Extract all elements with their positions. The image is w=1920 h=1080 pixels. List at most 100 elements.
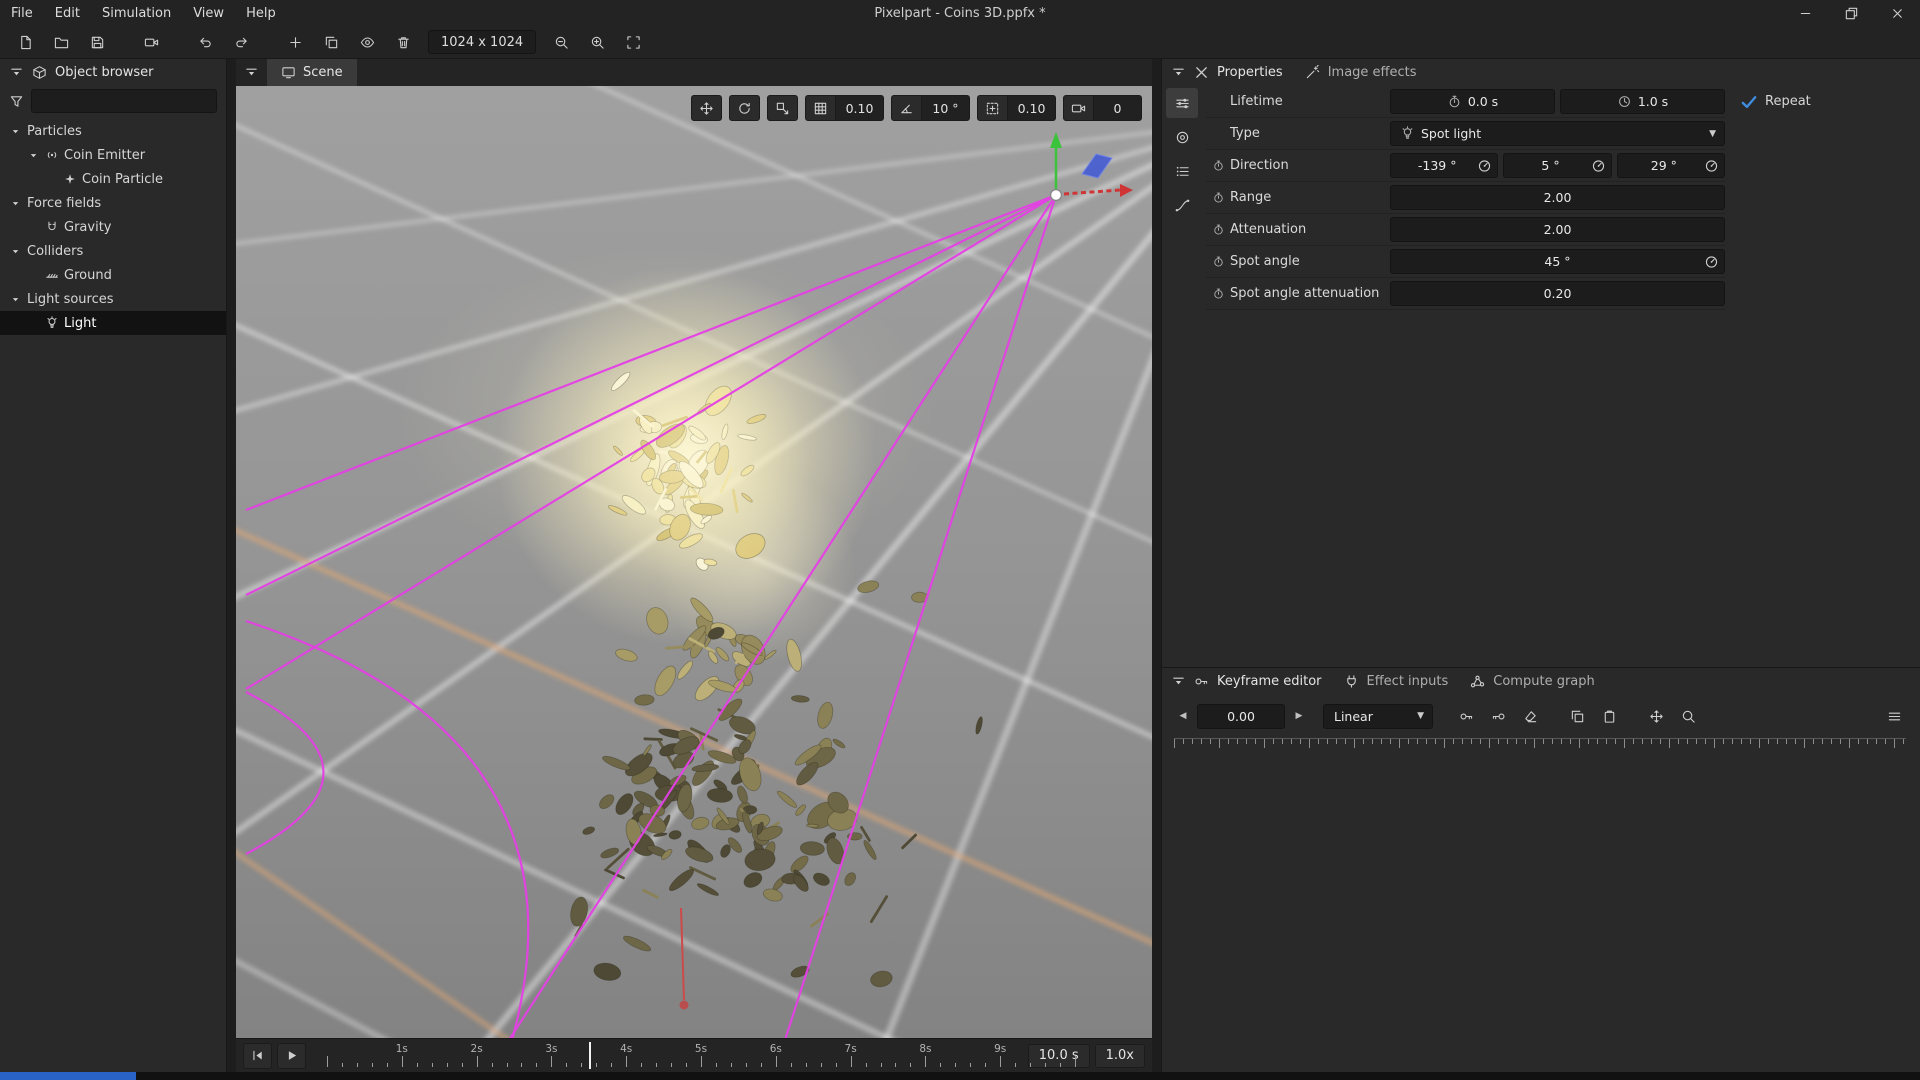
duration-field[interactable]: 10.0 s [1028,1044,1090,1068]
timeline-ruler[interactable]: 1s2s3s4s5s6s7s8s9s [321,1039,1013,1072]
keyframe-ruler[interactable] [1174,738,1906,760]
zoom-in-button[interactable] [580,29,614,56]
tree-item-ground[interactable]: Ground [0,263,226,287]
menu-edit[interactable]: Edit [44,0,91,26]
dial-icon[interactable] [1591,158,1606,173]
menu-view[interactable]: View [182,0,235,26]
duplicate-object-button[interactable] [314,29,348,56]
scene-canvas[interactable] [236,86,1152,1038]
attenuation-field[interactable]: 2.00 [1390,217,1725,242]
panel-menu-icon[interactable] [9,65,24,80]
toggle-visibility-button[interactable] [350,29,384,56]
zoom-out-button[interactable] [544,29,578,56]
menu-help[interactable]: Help [235,0,287,26]
camera-icon[interactable] [1064,96,1093,120]
direction-z-field[interactable]: 29 ° [1617,153,1725,178]
caret-down-icon[interactable] [8,246,22,257]
close-button[interactable] [1874,0,1920,26]
category-curve-button[interactable] [1166,190,1198,220]
menu-file[interactable]: File [0,0,44,26]
tab-compute-graph[interactable]: Compute graph [1493,674,1594,689]
animate-toggle-icon[interactable] [1212,223,1225,236]
rotate-tool-button[interactable] [729,95,760,121]
category-color-button[interactable] [1166,122,1198,152]
spot-angle-attenuation-field[interactable]: 0.20 [1390,281,1725,306]
repeat-checkbox[interactable] [1740,93,1758,111]
tab-scene[interactable]: Scene [267,59,357,86]
lifetime-start-field[interactable]: 0.0 s [1390,89,1555,114]
filter-icon[interactable] [9,94,24,109]
lifetime-duration-field[interactable]: 1.0 s [1560,89,1725,114]
scale-tool-button[interactable] [767,95,798,121]
tab-properties[interactable]: Properties [1217,65,1283,80]
direction-x-field[interactable]: -139 ° [1390,153,1498,178]
light-type-select[interactable]: Spot light ▼ [1390,121,1725,146]
tree-item-coin-particle[interactable]: Coin Particle [0,167,226,191]
category-list-button[interactable] [1166,156,1198,186]
keyframe-next-button[interactable]: ▶ [1290,704,1308,728]
undo-button[interactable] [188,29,222,56]
keyframe-position-field[interactable]: 0.00 [1197,704,1285,729]
timeline-playhead[interactable] [589,1042,591,1069]
tab-image-effects[interactable]: Image effects [1328,65,1417,80]
add-keyframe-button[interactable] [1453,703,1480,729]
move-keyframe-button[interactable] [1643,703,1670,729]
direction-y-field[interactable]: 5 ° [1503,153,1611,178]
playback-speed-field[interactable]: 1.0x [1095,1044,1145,1068]
move-tool-button[interactable] [691,95,722,121]
object-search-input[interactable] [31,89,217,113]
grid-snap-value[interactable]: 0.10 [835,96,883,120]
tab-effect-inputs[interactable]: Effect inputs [1367,674,1449,689]
tree-item-coin-emitter[interactable]: Coin Emitter [0,143,226,167]
angle-icon[interactable] [892,96,921,120]
copy-keyframe-button[interactable] [1564,703,1591,729]
menu-simulation[interactable]: Simulation [91,0,182,26]
camera-index-value[interactable]: 0 [1093,96,1141,120]
snap-icon[interactable] [978,96,1007,120]
keyframe-prev-button[interactable]: ◀ [1174,704,1192,728]
grid-icon[interactable] [806,96,835,120]
scene-viewport[interactable]: 0.10 10 ° 0.10 0 [236,86,1152,1038]
tab-keyframe-editor[interactable]: Keyframe editor [1217,674,1322,689]
gizmo-origin-handle[interactable] [1051,190,1062,201]
delete-object-button[interactable] [386,29,420,56]
category-general-button[interactable] [1166,88,1198,118]
move-snap-value[interactable]: 0.10 [1007,96,1055,120]
animate-toggle-icon[interactable] [1212,287,1225,300]
tree-item-gravity[interactable]: Gravity [0,215,226,239]
tree-item-particles[interactable]: Particles [0,119,226,143]
open-file-button[interactable] [44,29,78,56]
dial-icon[interactable] [1704,254,1719,269]
tree-item-light-sources[interactable]: Light sources [0,287,226,311]
caret-down-icon[interactable] [8,198,22,209]
range-field[interactable]: 2.00 [1390,185,1725,210]
tree-item-light[interactable]: Light [0,311,226,335]
new-file-button[interactable] [8,29,42,56]
dial-icon[interactable] [1704,158,1719,173]
play-button[interactable] [277,1043,306,1069]
caret-down-icon[interactable] [26,150,40,161]
zoom-keyframe-button[interactable] [1675,703,1702,729]
animate-toggle-icon[interactable] [1212,191,1225,204]
canvas-resolution-field[interactable]: 1024 x 1024 [428,30,536,54]
fit-view-button[interactable] [616,29,650,56]
skip-to-start-button[interactable] [243,1043,272,1069]
save-button[interactable] [80,29,114,56]
animate-toggle-icon[interactable] [1212,159,1225,172]
redo-button[interactable] [224,29,258,56]
keyframe-menu-button[interactable] [1881,703,1908,729]
erase-keyframe-button[interactable] [1517,703,1544,729]
panel-menu-icon[interactable] [1171,674,1186,689]
panel-menu-icon[interactable] [244,65,259,80]
export-video-button[interactable] [134,29,168,56]
animate-toggle-icon[interactable] [1212,255,1225,268]
caret-down-icon[interactable] [8,126,22,137]
restore-button[interactable] [1828,0,1874,26]
insert-keyframe-button[interactable] [1485,703,1512,729]
angle-snap-value[interactable]: 10 ° [921,96,969,120]
paste-keyframe-button[interactable] [1596,703,1623,729]
panel-menu-icon[interactable] [1171,65,1186,80]
dial-icon[interactable] [1477,158,1492,173]
tree-item-force-fields[interactable]: Force fields [0,191,226,215]
tree-item-colliders[interactable]: Colliders [0,239,226,263]
